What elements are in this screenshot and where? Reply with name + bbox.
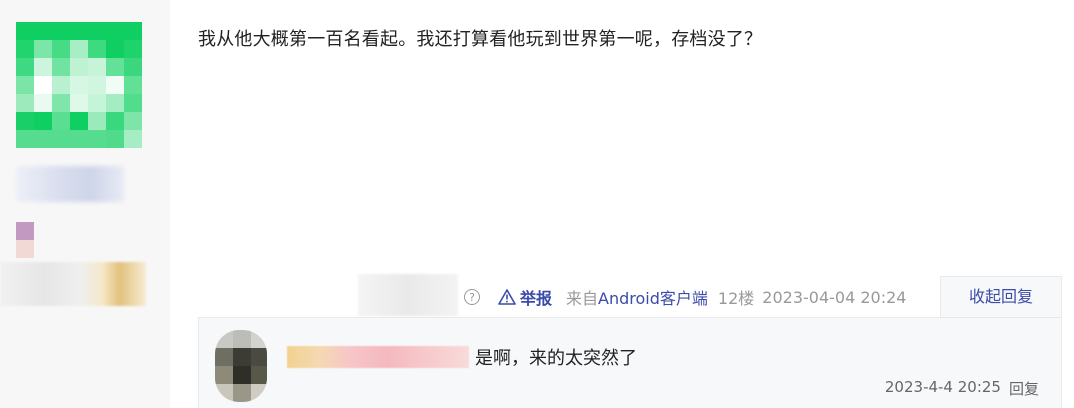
user-avatar[interactable] bbox=[16, 22, 142, 148]
meta-blurred bbox=[358, 274, 458, 316]
source-client-link[interactable]: Android客户端 bbox=[598, 289, 708, 308]
reply-text: 是啊，来的太突然了 bbox=[475, 348, 637, 369]
username-blurred[interactable] bbox=[16, 166, 124, 202]
post-content: 我从他大概第一百名看起。我还打算看他玩到世界第一呢，存档没了？ bbox=[198, 29, 763, 50]
reply-username-blurred[interactable] bbox=[287, 346, 469, 368]
post-timestamp: 2023-04-04 20:24 bbox=[762, 287, 907, 307]
level-badge-blurred bbox=[16, 222, 34, 240]
reply-timestamp: 2023-4-4 20:25 bbox=[884, 378, 1001, 396]
badges-blurred bbox=[0, 262, 146, 306]
collapse-replies-button[interactable]: 收起回复 bbox=[940, 276, 1062, 318]
floor-number: 12楼 bbox=[717, 289, 755, 308]
source-prefix: 来自 bbox=[566, 289, 599, 308]
source-info: 来自Android客户端 bbox=[566, 285, 708, 309]
user-sidebar bbox=[0, 0, 170, 408]
help-icon[interactable]: ? bbox=[464, 289, 480, 305]
post-meta-row: ? 举报 来自Android客户端 12楼 2023-04-04 20:24 bbox=[464, 286, 906, 308]
report-label: 举报 bbox=[520, 289, 553, 308]
level-badge-blurred-2 bbox=[16, 240, 34, 258]
report-link[interactable]: 举报 bbox=[498, 285, 552, 309]
reply-avatar[interactable] bbox=[215, 330, 267, 402]
warning-icon bbox=[498, 289, 516, 305]
reply-button[interactable]: 回复 bbox=[1009, 378, 1039, 399]
reply-panel: 是啊，来的太突然了 2023-4-4 20:25 回复 bbox=[198, 317, 1062, 408]
reply-footer: 2023-4-4 20:25 回复 bbox=[885, 378, 1039, 399]
